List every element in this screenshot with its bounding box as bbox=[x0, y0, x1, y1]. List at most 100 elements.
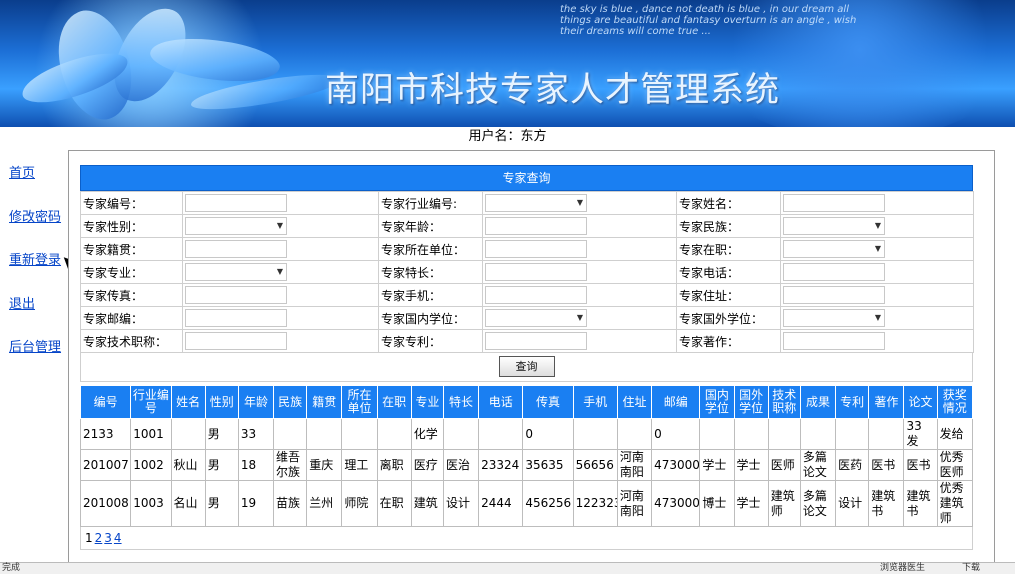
field-cell bbox=[482, 214, 677, 238]
pagination: 1234 bbox=[80, 527, 973, 550]
query-form-row: 专家性别： ▼ 专家年龄： 专家民族： ▼ bbox=[80, 214, 974, 238]
column-header: 国外学位 bbox=[733, 385, 769, 419]
table-cell bbox=[733, 418, 769, 450]
field-label: 专家专利： bbox=[378, 329, 483, 353]
table-cell: 0 bbox=[522, 418, 574, 450]
table-cell: 设计 bbox=[835, 480, 870, 527]
field-select[interactable]: ▼ bbox=[485, 194, 587, 212]
table-cell: 1003 bbox=[130, 480, 172, 527]
field-cell bbox=[182, 237, 379, 261]
field-cell bbox=[182, 329, 379, 353]
main-panel: 专家查询 专家编号： 专家行业编号: ▼ 专家姓名： 专家性别： ▼ 专家年龄： 专家民族： ▼… bbox=[68, 150, 995, 564]
field-label: 专家在职： bbox=[676, 237, 781, 261]
field-cell bbox=[482, 237, 677, 261]
nav-home[interactable]: 首页 bbox=[9, 162, 35, 181]
query-form: 专家编号： 专家行业编号: ▼ 专家姓名： 专家性别： ▼ 专家年龄： 专家民族： ▼ 专家籍贯：… bbox=[80, 191, 974, 353]
field-input[interactable] bbox=[485, 240, 587, 258]
table-cell bbox=[799, 418, 837, 450]
nav-change-password[interactable]: 修改密码 bbox=[9, 206, 61, 225]
query-form-row: 专家传真： 专家手机： 专家住址： bbox=[80, 283, 974, 307]
field-label: 专家编号： bbox=[80, 191, 183, 215]
field-input[interactable] bbox=[485, 217, 587, 235]
field-input[interactable] bbox=[185, 286, 287, 304]
page-link[interactable]: 4 bbox=[114, 531, 122, 545]
table-cell: 23324 bbox=[478, 449, 524, 481]
field-select[interactable]: ▼ bbox=[783, 240, 885, 258]
column-header: 手机 bbox=[572, 385, 618, 419]
field-select[interactable]: ▼ bbox=[185, 217, 287, 235]
table-cell: 学士 bbox=[699, 449, 735, 481]
table-cell bbox=[273, 418, 308, 450]
table-cell: 发给 bbox=[936, 418, 974, 450]
table-cell: 医师 bbox=[767, 449, 801, 481]
username-label: 用户名：东方 bbox=[468, 129, 547, 144]
nav-admin[interactable]: 后台管理 bbox=[9, 336, 61, 355]
status-bar: 完成 浏览器医生 下载 bbox=[0, 562, 1015, 574]
table-cell bbox=[616, 418, 653, 450]
field-label: 专家国外学位： bbox=[676, 306, 781, 330]
field-input[interactable] bbox=[783, 263, 885, 281]
field-input[interactable] bbox=[783, 194, 885, 212]
field-label: 专家年龄： bbox=[378, 214, 483, 238]
field-select[interactable]: ▼ bbox=[485, 309, 587, 327]
column-header: 在职 bbox=[376, 385, 412, 419]
field-label: 专家特长： bbox=[378, 260, 483, 284]
user-info: 用户名：东方 bbox=[0, 127, 1015, 147]
page-link[interactable]: 2 bbox=[95, 531, 103, 545]
query-button[interactable]: 查询 bbox=[498, 356, 555, 377]
field-input[interactable] bbox=[185, 240, 287, 258]
table-cell: 473000 bbox=[651, 449, 701, 481]
table-cell: 男 bbox=[204, 449, 239, 481]
field-label: 专家电话： bbox=[676, 260, 781, 284]
status-browser-doctor[interactable]: 浏览器医生 bbox=[880, 563, 925, 574]
field-cell: ▼ bbox=[780, 214, 974, 238]
column-header: 民族 bbox=[273, 385, 308, 419]
nav-relogin[interactable]: 重新登录 bbox=[9, 249, 61, 268]
column-header: 年龄 bbox=[237, 385, 275, 419]
page-link[interactable]: 3 bbox=[104, 531, 112, 545]
field-input[interactable] bbox=[485, 286, 587, 304]
field-input[interactable] bbox=[185, 309, 287, 327]
field-label: 专家专业： bbox=[80, 260, 183, 284]
table-cell bbox=[442, 418, 480, 450]
field-label: 专家姓名： bbox=[676, 191, 781, 215]
table-cell: 维吾尔族 bbox=[273, 449, 308, 481]
field-cell: ▼ bbox=[482, 306, 677, 330]
field-input[interactable] bbox=[783, 286, 885, 304]
field-select[interactable]: ▼ bbox=[783, 309, 885, 327]
current-page: 1 bbox=[85, 531, 93, 545]
query-form-row: 专家专业： ▼ 专家特长： 专家电话： bbox=[80, 260, 974, 284]
column-header: 技术职称 bbox=[767, 385, 801, 419]
field-select[interactable]: ▼ bbox=[185, 263, 287, 281]
column-header: 所在单位 bbox=[341, 385, 378, 419]
field-label: 专家住址： bbox=[676, 283, 781, 307]
table-cell: 兰州 bbox=[306, 480, 343, 527]
system-title: 南阳市科技专家人才管理系统 bbox=[325, 70, 780, 110]
table-cell: 博士 bbox=[699, 480, 735, 527]
column-header: 论文 bbox=[903, 385, 938, 419]
table-cell: 33 发 bbox=[903, 418, 938, 450]
table-cell: 456256 bbox=[522, 480, 574, 527]
field-cell bbox=[780, 260, 974, 284]
column-header: 特长 bbox=[442, 385, 480, 419]
column-header: 专业 bbox=[410, 385, 444, 419]
nav-logout[interactable]: 退出 bbox=[9, 293, 35, 312]
table-row: 201008 1003 名山男 19 苗族 兰州 师院 在职 建筑 设计 2444 456256 122… bbox=[79, 480, 974, 527]
query-button-row: 查询 bbox=[80, 353, 973, 382]
field-input[interactable] bbox=[185, 332, 287, 350]
table-cell: 2133 bbox=[79, 418, 132, 450]
query-panel: 专家查询 专家编号： 专家行业编号: ▼ 专家姓名： 专家性别： ▼ 专家年龄： 专家民族： ▼… bbox=[79, 165, 974, 550]
status-download[interactable]: 下载 bbox=[962, 563, 980, 574]
field-input[interactable] bbox=[485, 263, 587, 281]
column-header: 电话 bbox=[478, 385, 524, 419]
field-input[interactable] bbox=[485, 332, 587, 350]
table-cell bbox=[699, 418, 735, 450]
field-input[interactable] bbox=[783, 332, 885, 350]
field-select[interactable]: ▼ bbox=[783, 217, 885, 235]
table-cell: 建筑书 bbox=[868, 480, 905, 527]
table-cell: 设计 bbox=[442, 480, 480, 527]
field-cell bbox=[182, 306, 379, 330]
field-cell bbox=[780, 191, 974, 215]
field-input[interactable] bbox=[185, 194, 287, 212]
table-cell: 苗族 bbox=[273, 480, 308, 527]
